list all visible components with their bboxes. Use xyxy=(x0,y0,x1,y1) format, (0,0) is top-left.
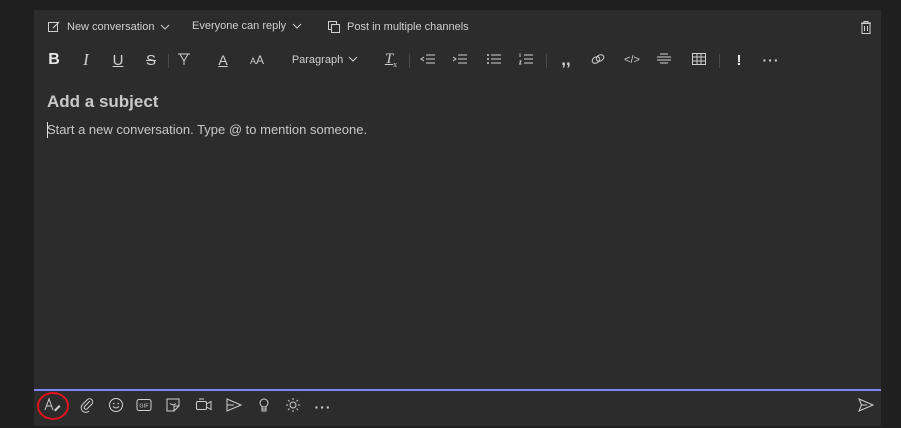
new-conversation-label: New conversation xyxy=(67,21,155,33)
more-options-icon: ··· xyxy=(762,52,780,68)
link-icon xyxy=(590,52,606,69)
clear-formatting-button[interactable]: Tx xyxy=(383,46,399,74)
toolbar-divider xyxy=(546,54,547,68)
attach-button[interactable] xyxy=(76,395,98,419)
strikethrough-button[interactable]: S xyxy=(143,46,159,74)
praise-icon xyxy=(258,397,270,418)
mark-important-button[interactable]: ! xyxy=(732,46,746,74)
compose-header: New conversation Everyone can reply Post… xyxy=(34,10,881,46)
numbered-list-icon xyxy=(518,52,534,69)
compose-box: New conversation Everyone can reply Post… xyxy=(34,10,881,426)
numbered-list-button[interactable] xyxy=(518,46,534,74)
bulleted-list-button[interactable] xyxy=(486,46,502,74)
insert-table-button[interactable] xyxy=(691,46,707,74)
more-format-options-button[interactable]: ··· xyxy=(762,46,780,74)
toolbar-divider xyxy=(409,54,410,68)
text-cursor xyxy=(47,122,48,138)
font-size-icon: AA xyxy=(249,53,265,67)
strikethrough-icon: S xyxy=(145,51,156,69)
send-icon xyxy=(858,397,875,417)
italic-icon: I xyxy=(83,50,89,69)
paragraph-label: Paragraph xyxy=(291,54,344,66)
quote-icon: ,, xyxy=(561,50,571,69)
bold-button[interactable]: B xyxy=(47,46,61,74)
increase-indent-icon xyxy=(452,52,468,69)
chevron-down-icon xyxy=(160,23,170,31)
decrease-indent-icon xyxy=(420,52,436,69)
font-color-icon: A xyxy=(218,52,228,68)
attach-icon xyxy=(80,397,94,418)
gif-button[interactable]: GIF xyxy=(133,395,155,419)
reply-setting-dropdown[interactable]: Everyone can reply xyxy=(192,20,302,32)
decrease-indent-button[interactable] xyxy=(420,46,436,74)
chevron-down-icon xyxy=(348,54,358,66)
format-icon xyxy=(44,397,62,418)
more-apps-button[interactable]: ··· xyxy=(312,395,334,419)
table-icon xyxy=(691,52,707,69)
compose-extensions-bar: GIF ··· xyxy=(34,391,881,426)
updates-icon xyxy=(285,397,301,418)
bold-icon: B xyxy=(48,51,60,68)
emoji-icon xyxy=(108,397,124,418)
italic-button[interactable]: I xyxy=(79,46,93,74)
highlight-button[interactable] xyxy=(176,46,192,74)
underline-icon: U xyxy=(112,51,124,69)
new-conversation-dropdown[interactable]: New conversation xyxy=(47,20,170,34)
emoji-button[interactable] xyxy=(105,395,127,419)
compose-icon xyxy=(47,20,61,34)
updates-button[interactable] xyxy=(282,395,304,419)
meet-now-icon xyxy=(195,397,213,418)
sticker-icon xyxy=(165,397,181,418)
font-size-button[interactable]: AA xyxy=(248,46,266,74)
format-button[interactable] xyxy=(42,395,64,419)
format-toolbar: B I U S A AA Paragraph Tx ,, </> ! ··· xyxy=(34,46,881,74)
more-apps-icon: ··· xyxy=(314,399,332,415)
copy-channels-icon xyxy=(327,20,341,34)
horizontal-rule-icon xyxy=(656,52,672,69)
praise-button[interactable] xyxy=(253,395,275,419)
toolbar-divider xyxy=(168,54,169,68)
toolbar-divider xyxy=(719,54,720,68)
subject-input[interactable]: Add a subject xyxy=(47,92,158,112)
gif-icon: GIF xyxy=(136,398,152,417)
link-button[interactable] xyxy=(590,46,606,74)
sticker-button[interactable] xyxy=(162,395,184,419)
paragraph-dropdown[interactable]: Paragraph xyxy=(292,46,358,74)
highlight-icon xyxy=(176,51,192,70)
horizontal-rule-button[interactable] xyxy=(656,46,672,74)
trash-icon xyxy=(860,20,872,35)
reply-setting-label: Everyone can reply xyxy=(192,20,287,32)
svg-text:GIF: GIF xyxy=(139,403,149,409)
stream-icon xyxy=(225,397,243,418)
font-color-button[interactable]: A xyxy=(216,46,230,74)
bulleted-list-icon xyxy=(486,52,502,69)
message-body-input[interactable]: Start a new conversation. Type @ to ment… xyxy=(47,122,367,137)
underline-button[interactable]: U xyxy=(111,46,125,74)
quote-button[interactable]: ,, xyxy=(558,46,574,74)
send-button[interactable] xyxy=(855,395,877,419)
important-icon: ! xyxy=(736,51,742,69)
code-icon: </> xyxy=(624,54,640,66)
post-multiple-channels-button[interactable]: Post in multiple channels xyxy=(327,20,469,34)
post-multiple-channels-label: Post in multiple channels xyxy=(347,21,469,33)
meet-now-button[interactable] xyxy=(193,395,215,419)
increase-indent-button[interactable] xyxy=(452,46,468,74)
stream-button[interactable] xyxy=(223,395,245,419)
clear-formatting-icon: Tx xyxy=(384,51,398,69)
code-snippet-button[interactable]: </> xyxy=(623,46,641,74)
discard-button[interactable] xyxy=(860,20,872,35)
chevron-down-icon xyxy=(292,22,302,30)
